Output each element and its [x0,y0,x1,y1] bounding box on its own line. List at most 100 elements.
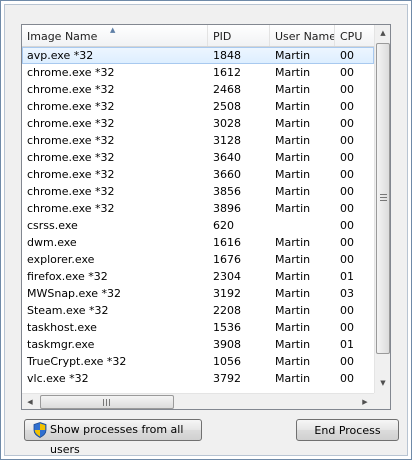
process-name: chrome.exe *32 [27,185,115,198]
process-row[interactable]: chrome.exe *32 2508 Martin 00 [22,98,374,115]
process-pid: 2508 [213,100,241,113]
process-pid: 3640 [213,151,241,164]
vertical-scrollbar[interactable]: ▲ ▼ [374,25,390,393]
process-name: chrome.exe *32 [27,134,115,147]
show-all-users-button[interactable]: Show processes from all users [24,419,202,456]
process-user: Martin [275,151,311,164]
process-row[interactable]: vlc.exe *32 3792 Martin 00 [22,370,374,387]
process-pid: 1616 [213,236,241,249]
process-pid: 1056 [213,355,241,368]
process-row[interactable]: chrome.exe *32 3856 Martin 00 [22,183,374,200]
grip-line [380,197,387,198]
process-user: Martin [275,304,311,317]
process-name: Steam.exe *32 [27,304,109,317]
scroll-up-icon[interactable]: ▲ [375,25,390,41]
process-row[interactable]: explorer.exe 1676 Martin 00 [22,251,374,268]
process-user: Martin [275,202,311,215]
process-cpu: 00 [340,219,354,232]
process-pid: 3896 [213,202,241,215]
process-name: chrome.exe *32 [27,168,115,181]
column-header-label: User Name [275,30,335,43]
scroll-right-icon[interactable]: ▶ [357,394,373,409]
process-user: Martin [275,321,311,334]
process-row[interactable]: MWSnap.exe *32 3192 Martin 03 [22,285,374,302]
process-pid: 3856 [213,185,241,198]
process-row[interactable]: chrome.exe *32 1612 Martin 00 [22,64,374,81]
process-pid: 2468 [213,83,241,96]
process-name: explorer.exe [27,253,95,266]
process-pid: 3028 [213,117,241,130]
process-cpu: 00 [340,151,354,164]
process-cpu: 00 [340,100,354,113]
process-pid: 3192 [213,287,241,300]
process-name: avp.exe *32 [27,49,94,62]
horizontal-scrollbar[interactable]: ◀ ▶ [22,393,374,409]
process-row[interactable]: firefox.exe *32 2304 Martin 01 [22,268,374,285]
vertical-scroll-thumb[interactable] [376,43,390,354]
process-name: chrome.exe *32 [27,83,115,96]
process-user: Martin [275,355,311,368]
column-header-label: PID [213,30,232,43]
process-pid: 1676 [213,253,241,266]
process-row[interactable]: chrome.exe *32 3128 Martin 00 [22,132,374,149]
process-row[interactable]: dwm.exe 1616 Martin 00 [22,234,374,251]
process-name: MWSnap.exe *32 [27,287,122,300]
column-header-label: CPU [340,30,363,43]
process-pid: 3792 [213,372,241,385]
process-user: Martin [275,49,311,62]
process-pid: 3128 [213,134,241,147]
process-cpu: 00 [340,134,354,147]
process-name: chrome.exe *32 [27,66,115,79]
process-pid: 2304 [213,270,241,283]
process-row[interactable]: avp.exe *32 1848 Martin 00 [22,47,374,64]
column-header-image-name[interactable]: Image Name ▲ [22,25,208,46]
process-row[interactable]: csrss.exe 620 00 [22,217,374,234]
process-row[interactable]: taskmgr.exe 3908 Martin 01 [22,336,374,353]
process-row[interactable]: chrome.exe *32 2468 Martin 00 [22,81,374,98]
horizontal-scroll-thumb[interactable] [40,395,174,409]
process-cpu: 01 [340,270,354,283]
process-name: vlc.exe *32 [27,372,89,385]
process-user: Martin [275,168,311,181]
process-cpu: 00 [340,304,354,317]
process-cpu: 00 [340,202,354,215]
process-cpu: 00 [340,236,354,249]
process-pid: 3660 [213,168,241,181]
process-cpu: 00 [340,185,354,198]
process-user: Martin [275,372,311,385]
process-row[interactable]: chrome.exe *32 3660 Martin 00 [22,166,374,183]
scroll-left-icon[interactable]: ◀ [22,394,38,409]
process-name: chrome.exe *32 [27,202,115,215]
process-row[interactable]: Steam.exe *32 2208 Martin 00 [22,302,374,319]
process-cpu: 03 [340,287,354,300]
process-cpu: 00 [340,83,354,96]
process-cpu: 00 [340,66,354,79]
process-row[interactable]: taskhost.exe 1536 Martin 00 [22,319,374,336]
end-process-button[interactable]: End Process [296,419,399,441]
show-all-users-label: Show processes from all users [50,423,184,456]
process-row[interactable]: TrueCrypt.exe *32 1056 Martin 00 [22,353,374,370]
column-header: Image Name ▲ PID User Name CPU [22,25,374,47]
process-rows: avp.exe *32 1848 Martin 00 chrome.exe *32 161… [22,47,374,387]
process-name: chrome.exe *32 [27,151,115,164]
process-user: Martin [275,253,311,266]
process-user: Martin [275,270,311,283]
column-header-user-name[interactable]: User Name [270,25,335,46]
column-header-pid[interactable]: PID [208,25,270,46]
process-name: firefox.exe *32 [27,270,108,283]
column-header-label: Image Name [27,30,98,43]
process-row[interactable]: chrome.exe *32 3028 Martin 00 [22,115,374,132]
process-cpu: 01 [340,338,354,351]
process-row[interactable]: chrome.exe *32 3640 Martin 00 [22,149,374,166]
process-cpu: 00 [340,321,354,334]
process-row[interactable]: chrome.exe *32 3896 Martin 00 [22,200,374,217]
process-cpu: 00 [340,253,354,266]
process-list[interactable]: Image Name ▲ PID User Name CPU avp.exe *… [21,24,391,410]
sort-ascending-icon: ▲ [110,26,116,34]
process-name: chrome.exe *32 [27,117,115,130]
process-pid: 620 [213,219,234,232]
scroll-down-icon[interactable]: ▼ [375,375,390,391]
process-name: taskmgr.exe [27,338,95,351]
process-name: chrome.exe *32 [27,100,115,113]
column-header-cpu[interactable]: CPU [335,25,374,46]
